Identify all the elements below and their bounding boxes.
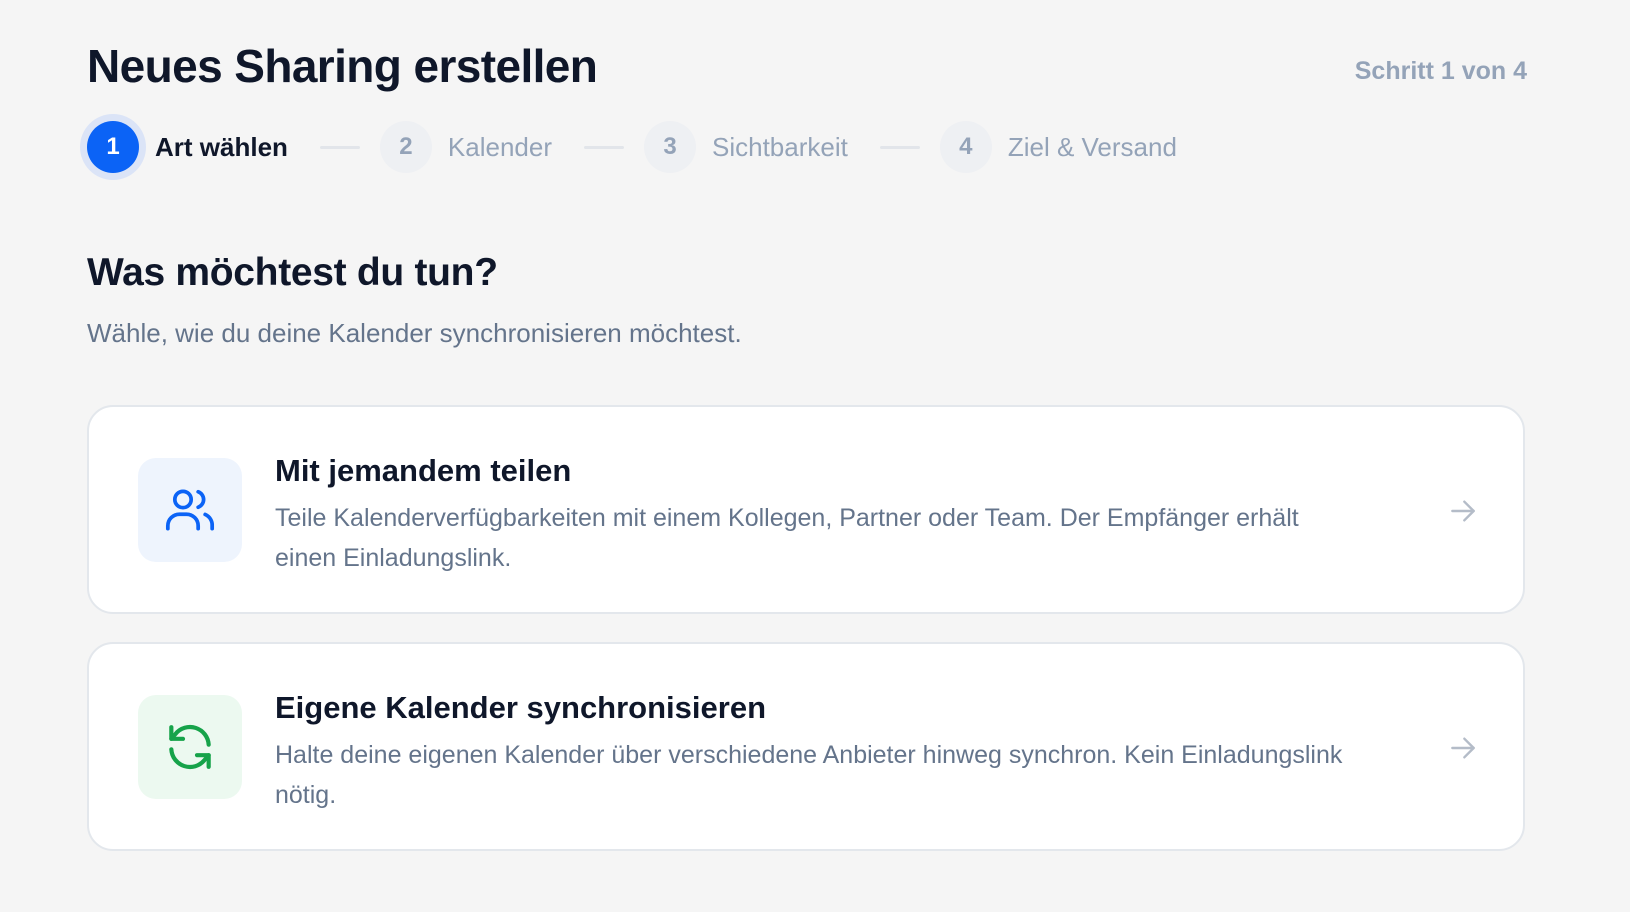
arrow-right-icon	[1451, 500, 1475, 522]
page-header: Neues Sharing erstellen Schritt 1 von 4	[87, 36, 1527, 96]
step-2-number: 2	[379, 121, 432, 173]
section-title: Was möchtest du tun?	[87, 251, 498, 294]
step-2[interactable]: 2 Kalender	[379, 121, 552, 173]
step-3-label: Sichtbarkeit	[712, 132, 848, 162]
step-1[interactable]: 1 Art wählen	[87, 121, 288, 173]
step-connector	[879, 145, 920, 149]
step-1-label: Art wählen	[155, 132, 288, 162]
users-icon	[165, 489, 215, 531]
step-4[interactable]: 4 Ziel & Versand	[939, 121, 1177, 173]
option-title: Eigene Kalender synchronisieren	[275, 690, 767, 725]
step-4-number: 4	[939, 121, 992, 173]
stepper: 1 Art wählen 2 Kalender 3 Sichtbarkeit 4…	[87, 112, 1177, 182]
arrow-right-icon	[1451, 737, 1475, 759]
option-card-sync[interactable]: Eigene Kalender synchronisieren Halte de…	[87, 642, 1525, 851]
step-1-number: 1	[87, 121, 139, 173]
step-3[interactable]: 3 Sichtbarkeit	[644, 121, 848, 173]
option-icon-box	[138, 695, 242, 799]
section-subtitle: Wähle, wie du deine Kalender synchronisi…	[87, 318, 742, 348]
option-card-share[interactable]: Mit jemandem teilen Teile Kalenderverfüg…	[87, 405, 1525, 614]
page-title: Neues Sharing erstellen	[87, 40, 598, 92]
step-counter: Schritt 1 von 4	[1354, 57, 1527, 85]
option-description: Halte deine eigenen Kalender über versch…	[275, 741, 1343, 809]
wizard-page: Neues Sharing erstellen Schritt 1 von 4 …	[87, 0, 1527, 912]
step-connector	[584, 145, 624, 149]
step-3-number: 3	[644, 121, 696, 173]
step-4-label: Ziel & Versand	[1007, 132, 1177, 162]
step-connector	[319, 145, 360, 149]
option-title: Mit jemandem teilen	[275, 453, 572, 488]
option-description: Teile Kalenderverfügbarkeiten mit einem …	[275, 504, 1299, 572]
refresh-icon	[169, 724, 211, 770]
option-icon-box	[138, 458, 242, 562]
step-2-label: Kalender	[447, 132, 552, 162]
